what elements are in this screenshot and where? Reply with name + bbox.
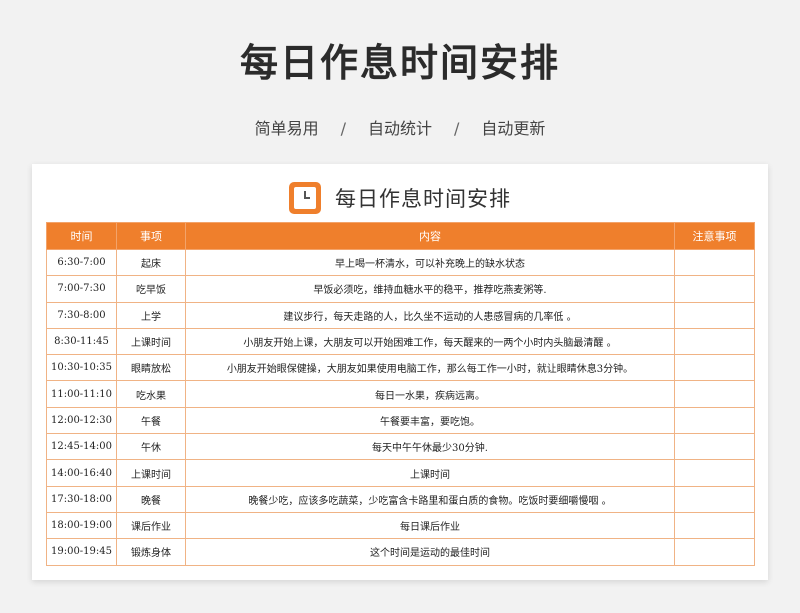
cell-note[interactable] — [674, 433, 755, 461]
cell-note[interactable] — [674, 459, 755, 487]
table-row: 7:00-7:30 吃早饭 早饭必须吃，维持血糖水平的稳平，推荐吃燕麦粥等. — [46, 275, 755, 303]
table-row: 6:30-7:00 起床 早上喝一杯清水，可以补充晚上的缺水状态 — [46, 248, 755, 277]
table-row: 10:30-10:35 眼睛放松 小朋友开始眼保健操，大朋友如果使用电脑工作，那么每… — [46, 354, 755, 382]
cell-content[interactable]: 上课时间 — [185, 459, 675, 487]
cell-item[interactable]: 午休 — [116, 433, 186, 461]
cell-note[interactable] — [674, 275, 755, 303]
cell-item[interactable]: 上课时间 — [116, 459, 186, 487]
cell-item[interactable]: 晚餐 — [116, 485, 186, 513]
cell-content[interactable]: 晚餐少吃，应该多吃蔬菜，少吃富含卡路里和蛋白质的食物。吃饭时要细嚼慢咽 。 — [185, 485, 675, 513]
schedule-table: 时间 事项 内容 注意事项 6:30-7:00 起床 早上喝一杯清水，可以补充晚上的… — [46, 222, 755, 566]
table-row: 17:30-18:00 晚餐 晚餐少吃，应该多吃蔬菜，少吃富含卡路里和蛋白质的食物。… — [46, 485, 755, 513]
cell-time[interactable]: 10:30-10:35 — [46, 354, 117, 382]
cell-item[interactable]: 锻炼身体 — [116, 538, 186, 566]
schedule-card: 每日作息时间安排 时间 事项 内容 注意事项 6:30-7:00 起床 早上喝一杯清… — [32, 164, 768, 580]
cell-note[interactable] — [674, 406, 755, 435]
cell-note[interactable] — [674, 485, 755, 513]
cell-content[interactable]: 早饭必须吃，维持血糖水平的稳平，推荐吃燕麦粥等. — [185, 275, 675, 303]
cell-time[interactable]: 17:30-18:00 — [46, 485, 117, 513]
cell-content[interactable]: 每日一水果，疾病远离。 — [185, 380, 675, 408]
cell-content[interactable]: 这个时间是运动的最佳时间 — [185, 538, 675, 566]
table-row: 18:00-19:00 课后作业 每日课后作业 — [46, 511, 755, 540]
cell-note[interactable] — [674, 538, 755, 566]
column-header-note[interactable]: 注意事项 — [674, 222, 755, 250]
sheet-header: 每日作息时间安排 — [32, 178, 768, 218]
cell-time[interactable]: 19:00-19:45 — [46, 538, 117, 566]
table-header-row: 时间 事项 内容 注意事项 — [46, 222, 755, 250]
cell-content[interactable]: 小朋友开始上课，大朋友可以开始困难工作，每天醒来的一两个小时内头脑最清醒 。 — [185, 327, 675, 356]
cell-item[interactable]: 眼睛放松 — [116, 354, 186, 382]
page-title: 每日作息时间安排 — [239, 41, 560, 85]
column-header-item[interactable]: 事项 — [116, 222, 186, 250]
tag-separator: / — [340, 119, 346, 138]
cell-item[interactable]: 上学 — [116, 301, 186, 329]
cell-content[interactable]: 每天中午午休最少30分钟. — [185, 433, 675, 461]
cell-content[interactable]: 小朋友开始眼保健操，大朋友如果使用电脑工作，那么每工作一小时，就让眼睛休息3分钟… — [185, 354, 675, 382]
cell-item[interactable]: 上课时间 — [116, 327, 186, 356]
table-row: 12:45-14:00 午休 每天中午午休最少30分钟. — [46, 433, 755, 461]
tag-auto-update: 自动更新 — [481, 119, 546, 138]
table-row: 11:00-11:10 吃水果 每日一水果，疾病远离。 — [46, 380, 755, 408]
cell-content[interactable]: 午餐要丰富，要吃饱。 — [185, 406, 675, 435]
cell-time[interactable]: 18:00-19:00 — [46, 511, 117, 540]
cell-item[interactable]: 课后作业 — [116, 511, 186, 540]
cell-time[interactable]: 12:45-14:00 — [46, 433, 117, 461]
cell-content[interactable]: 每日课后作业 — [185, 511, 675, 540]
cell-note[interactable] — [674, 327, 755, 356]
sheet-title: 每日作息时间安排 — [335, 187, 511, 211]
cell-time[interactable]: 11:00-11:10 — [46, 380, 117, 408]
cell-note[interactable] — [674, 354, 755, 382]
cell-time[interactable]: 8:30-11:45 — [46, 327, 117, 356]
cell-time[interactable]: 14:00-16:40 — [46, 459, 117, 487]
column-header-content[interactable]: 内容 — [185, 222, 675, 250]
table-row: 12:00-12:30 午餐 午餐要丰富，要吃饱。 — [46, 406, 755, 435]
tag-separator: / — [454, 119, 460, 138]
feature-tags: 简单易用 / 自动统计 / 自动更新 — [0, 115, 800, 139]
tag-easy: 简单易用 — [254, 119, 319, 138]
cell-item[interactable]: 起床 — [116, 248, 186, 277]
cell-item[interactable]: 吃水果 — [116, 380, 186, 408]
cell-note[interactable] — [674, 380, 755, 408]
tag-auto-stats: 自动统计 — [367, 119, 432, 138]
cell-content[interactable]: 建议步行，每天走路的人，比久坐不运动的人患感冒病的几率低 。 — [185, 301, 675, 329]
table-row: 14:00-16:40 上课时间 上课时间 — [46, 459, 755, 487]
table-row: 8:30-11:45 上课时间 小朋友开始上课，大朋友可以开始困难工作，每天醒来的一… — [46, 327, 755, 356]
cell-time[interactable]: 7:00-7:30 — [46, 275, 117, 303]
column-header-time[interactable]: 时间 — [46, 222, 117, 250]
cell-item[interactable]: 午餐 — [116, 406, 186, 435]
cell-note[interactable] — [674, 301, 755, 329]
table-row: 7:30-8:00 上学 建议步行，每天走路的人，比久坐不运动的人患感冒病的几率低 … — [46, 301, 755, 329]
cell-time[interactable]: 6:30-7:00 — [46, 248, 117, 277]
cell-item[interactable]: 吃早饭 — [116, 275, 186, 303]
cell-note[interactable] — [674, 248, 755, 277]
cell-time[interactable]: 7:30-8:00 — [46, 301, 117, 329]
cell-time[interactable]: 12:00-12:30 — [46, 406, 117, 435]
cell-content[interactable]: 早上喝一杯清水，可以补充晚上的缺水状态 — [185, 248, 675, 277]
table-row: 19:00-19:45 锻炼身体 这个时间是运动的最佳时间 — [46, 538, 755, 566]
cell-note[interactable] — [674, 511, 755, 540]
clock-icon — [289, 182, 321, 214]
